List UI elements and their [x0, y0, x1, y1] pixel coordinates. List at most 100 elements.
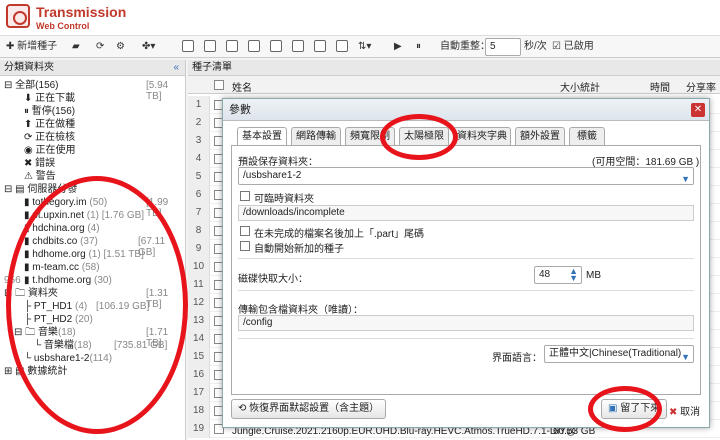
- row-number: 7: [188, 204, 210, 222]
- tree-server-size: [67.11 GB]: [138, 236, 166, 258]
- row-number: 5: [188, 168, 210, 186]
- tree-status-downloading[interactable]: ⬇ 正在下載: [24, 93, 75, 105]
- enabled-checkbox[interactable]: ☑ 已啟用: [552, 39, 594, 55]
- tree-server-item[interactable]: ▮ hdhome.org (1) [1.51 TB]: [24, 249, 144, 261]
- row-number: 19: [188, 420, 210, 438]
- recheck-icon[interactable]: [292, 39, 304, 55]
- cancel-icon: ✖: [669, 407, 681, 418]
- tree-folder-item[interactable]: ⊟ 🗀 音樂(18): [14, 327, 76, 339]
- tree-folders[interactable]: ⊟ 🗀 資料夾: [4, 288, 58, 300]
- column-name[interactable]: 姓名: [232, 79, 252, 94]
- cache-size-input[interactable]: 48 ▲ ▼: [534, 266, 582, 284]
- tree-folder-item[interactable]: └ 音樂檔(18): [34, 340, 92, 352]
- stop-icon[interactable]: ⏸: [416, 39, 421, 55]
- row-number: 14: [188, 330, 210, 348]
- tab-labels[interactable]: 標籤: [569, 127, 605, 145]
- rss-icon[interactable]: ⇅▾: [358, 39, 371, 55]
- free-space-text: (可用空間：181.69 GB ): [592, 157, 700, 168]
- row-number: 15: [188, 348, 210, 366]
- row-number: 3: [188, 132, 210, 150]
- tree-server-item[interactable]: ▮ t.hdhome.org (30): [24, 275, 112, 287]
- row-number: 8: [188, 222, 210, 240]
- tree-statistics[interactable]: ⊞ ▤ 數據統計: [4, 366, 67, 378]
- tree-server-item[interactable]: ▮ pt.upxin.net (1) [1.76 GB]: [24, 210, 144, 222]
- folder-icon[interactable]: ▰: [72, 39, 80, 55]
- column-size[interactable]: 大小統計: [560, 79, 600, 94]
- close-icon[interactable]: ✕: [691, 103, 705, 117]
- save-button[interactable]: ▣ 留了下來: [601, 399, 668, 419]
- restore-icon: ⟲: [238, 403, 250, 414]
- auto-reload-input[interactable]: 5: [485, 38, 521, 56]
- remove-icon[interactable]: [270, 39, 282, 55]
- tracker-icon[interactable]: [314, 39, 326, 55]
- app-title: Transmission: [36, 4, 127, 20]
- tree-server-size: [1.99 TB]: [146, 197, 169, 219]
- tab-body-basic: 預設保存資料夾： (可用空間：181.69 GB ) /usbshare1-2 ▼…: [231, 145, 701, 395]
- chevron-down-icon: ▼: [681, 352, 690, 362]
- download-dir-select[interactable]: /usbshare1-2 ▼: [238, 167, 694, 185]
- plugin-icon[interactable]: ✤▾: [142, 39, 155, 55]
- refresh-icon[interactable]: ⟳: [96, 39, 104, 55]
- torrent-grid-header: 種子清單: [188, 60, 720, 76]
- collapse-icon[interactable]: «: [173, 60, 179, 76]
- row-number: 11: [188, 276, 210, 294]
- tree-folder-item[interactable]: ├ PT_HD2 (20): [24, 314, 93, 326]
- part-ext-label: 在未完成的檔案名後加上「.part」尾碼: [254, 229, 425, 240]
- tree-status-checking[interactable]: ⟳ 正在檢核: [24, 132, 75, 144]
- tab-alt-speed[interactable]: 太陽極限: [399, 127, 449, 145]
- pause-all-icon[interactable]: [248, 39, 260, 55]
- tab-basic[interactable]: 基本設置: [237, 127, 287, 146]
- cache-unit: MB: [586, 270, 601, 281]
- tab-bandwidth[interactable]: 頻寬限制: [345, 127, 395, 145]
- grid-column-headers: 姓名 大小統計 時間 分享率: [188, 76, 720, 94]
- cancel-button[interactable]: ✖ 取消: [669, 403, 700, 418]
- start-icon[interactable]: [182, 39, 194, 55]
- tree-status-error[interactable]: ✖ 錯誤: [24, 158, 55, 170]
- tree-all[interactable]: ⊟ 全部(156): [4, 80, 59, 92]
- tab-folder-dictionary[interactable]: 資料夾字典: [453, 127, 511, 145]
- tree-server-item[interactable]: ▮ m-team.cc (58): [24, 262, 100, 274]
- select-all-checkbox[interactable]: [214, 80, 224, 90]
- config-label: 傳輸包含檔資料夾（唯讀）：: [238, 305, 363, 316]
- divider: [238, 290, 694, 291]
- download-dir-label: 預設保存資料夾：: [238, 157, 318, 168]
- tree-folder-item[interactable]: └ usbshare1-2(114): [24, 353, 112, 365]
- add-torrent-button[interactable]: ✚ 新增種子: [6, 39, 57, 55]
- restore-defaults-button[interactable]: ⟲ 恢復界面默認設置（含主題）: [231, 399, 387, 419]
- tab-extra[interactable]: 額外設置: [515, 127, 565, 145]
- temp-dir-checkbox[interactable]: [240, 191, 250, 201]
- row-number: 16: [188, 366, 210, 384]
- config-dir-input: /config: [238, 315, 694, 331]
- tab-network[interactable]: 網路傳輸: [291, 127, 341, 145]
- auto-reload-label: 自動重整：: [440, 41, 490, 52]
- tree-servers[interactable]: ⊟ ▤ 伺服器分發: [4, 184, 77, 196]
- divider: [238, 258, 694, 259]
- row-number: 9: [188, 240, 210, 258]
- column-ratio[interactable]: 分享率: [686, 79, 716, 94]
- gear-icon[interactable]: ⚙: [116, 39, 125, 55]
- tree-status-active[interactable]: ◉ 正在使用: [24, 145, 76, 157]
- play-icon[interactable]: ▶: [394, 39, 402, 55]
- pause-icon[interactable]: [204, 39, 216, 55]
- tree-status-warning[interactable]: ⚠ 警告: [24, 171, 56, 183]
- start-all-icon[interactable]: [226, 39, 238, 55]
- language-select[interactable]: 正體中文|Chinese(Traditional) ▼: [544, 345, 694, 363]
- auto-reload-unit: 秒/次: [524, 41, 547, 52]
- tree-server-item[interactable]: ▮ tothegory.im (50): [24, 197, 107, 209]
- tree-status-seeding[interactable]: ⬆ 正在做種: [24, 119, 75, 131]
- column-time[interactable]: 時間: [650, 79, 670, 94]
- row-number: 12: [188, 294, 210, 312]
- dialog-title: 參數: [223, 99, 709, 121]
- auto-start-checkbox[interactable]: [240, 241, 250, 251]
- labels-icon[interactable]: [336, 39, 348, 55]
- category-panel: 分類資料夾 « ⊟ 全部(156) [5.94 TB] ⬇ 正在下載 ⏸ 暫停(…: [0, 60, 186, 440]
- tree-server-item[interactable]: ▮ hdchina.org (4): [24, 223, 100, 235]
- row-number: 17: [188, 384, 210, 402]
- tree-server-item[interactable]: ▮ chdbits.co (37): [24, 236, 98, 248]
- tree-folders-size: [1.31 TB]: [146, 288, 169, 310]
- tree-status-paused[interactable]: ⏸ 暫停(156): [24, 106, 75, 118]
- part-ext-checkbox[interactable]: [240, 226, 250, 236]
- tree-folder-item[interactable]: ├ PT_HD1 (4): [24, 301, 87, 313]
- temp-dir-input[interactable]: /downloads/incomplete: [238, 205, 694, 221]
- row-number: 10: [188, 258, 210, 276]
